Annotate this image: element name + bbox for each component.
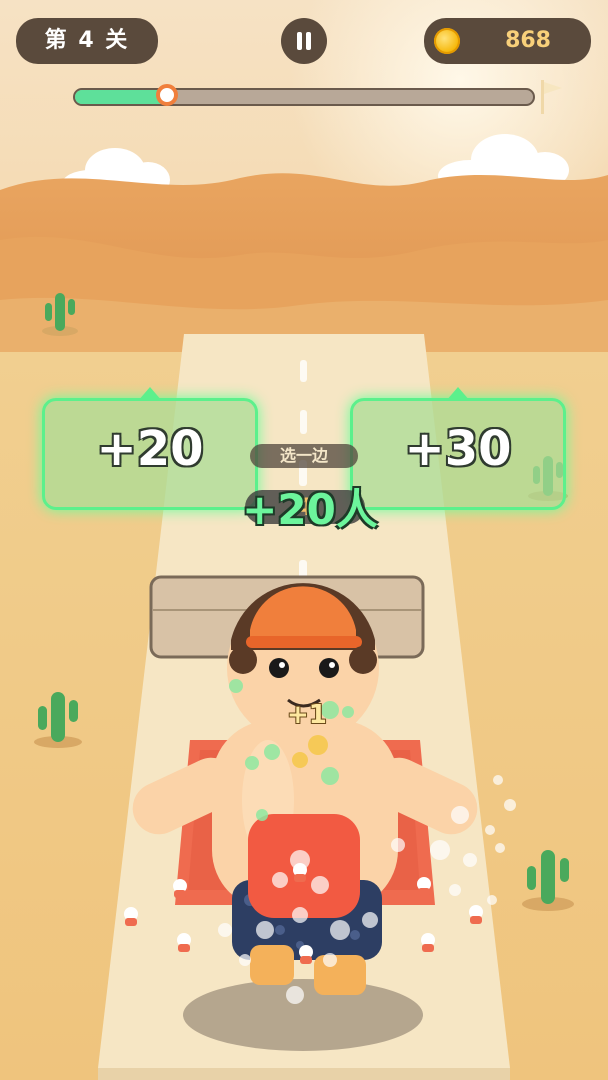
pause-button[interactable] (281, 18, 327, 64)
gain-popup-text: +20人 (242, 485, 378, 534)
finish-flag-icon (541, 80, 562, 114)
player-shadow (183, 979, 423, 1051)
choose-side-label: 选一边 (250, 444, 358, 468)
pause-icon-bar (306, 32, 311, 50)
gate-left-value: +20 (96, 421, 204, 477)
pause-icon (297, 32, 302, 50)
gate-arrow (446, 387, 470, 401)
pickup-popup-text: +1 (287, 700, 327, 730)
road-edge (98, 1068, 510, 1080)
gate-arrow (138, 387, 162, 401)
progress-fill (75, 90, 167, 104)
level-progress-bar (73, 84, 535, 106)
gate-right-value: +30 (404, 421, 512, 477)
progress-marker (155, 84, 178, 106)
gate-right[interactable]: +30 (350, 387, 566, 510)
coin-icon (434, 28, 460, 54)
coin-count: 868 (505, 28, 551, 53)
coin-counter: 868 (424, 18, 591, 64)
game-scene (0, 0, 608, 1080)
gate-left[interactable]: +20 (42, 387, 258, 510)
level-indicator: 第 4 关 (16, 18, 158, 64)
